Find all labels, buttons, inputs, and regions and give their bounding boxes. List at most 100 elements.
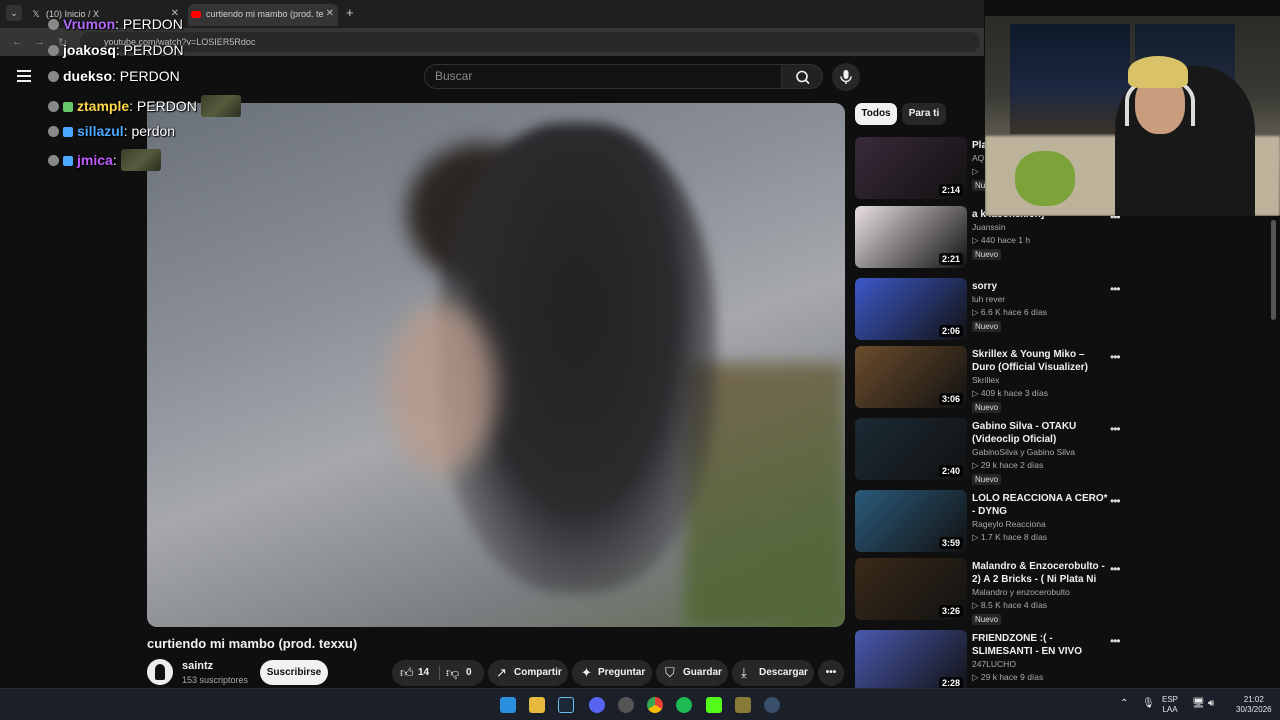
dislike-icon[interactable]: 👎︎ [446, 660, 459, 686]
sub-badge-icon [63, 102, 73, 112]
webcam-scene-detail [1010, 24, 1130, 134]
recommendation-channel[interactable]: Skrillex [972, 375, 999, 385]
save-button[interactable]: ⛉ Guardar [656, 660, 728, 686]
back-icon[interactable]: ← [12, 36, 23, 48]
recommendation-title[interactable]: Skrillex & Young Miko – Duro (Official V… [972, 348, 1110, 374]
clock[interactable]: 21:02 30/3/2026 [1236, 695, 1272, 715]
start-icon[interactable] [500, 697, 516, 713]
recommendation-item[interactable]: 2:28 FRIENDZONE :( - SLIMESANTI - EN VIVO… [855, 630, 1130, 694]
recommendation-item[interactable]: 3:59 LOLO REACCIONA A CERO* - DYNG Rageylo… [855, 490, 1130, 554]
duration-badge: 3:26 [938, 605, 963, 617]
obs-icon[interactable] [618, 697, 634, 713]
recommendation-channel[interactable]: luh rever [972, 294, 1005, 304]
video-thumbnail[interactable]: 3:26 [855, 558, 967, 620]
more-actions-button[interactable]: ••• [818, 660, 844, 686]
tab-list-button[interactable]: ⌄ [6, 5, 22, 21]
chat-text: : perdon [123, 123, 176, 139]
tab-youtube[interactable]: curtiendo mi mambo (prod. te ✕ [188, 4, 338, 26]
chip-all[interactable]: Todos [855, 103, 897, 125]
chat-username[interactable]: jmica [77, 152, 113, 168]
recommendation-meta: ▷ 409 k hace 3 días [972, 388, 1049, 398]
discord-icon[interactable] [589, 697, 605, 713]
webcam-overlay [985, 16, 1280, 216]
more-options-icon[interactable]: ••• [1110, 494, 1121, 508]
recommendation-item[interactable]: 2:40 Gabino Silva - OTAKU (Videoclip Ofic… [855, 418, 1130, 485]
recommendation-channel[interactable]: Juanssin [972, 222, 1006, 232]
video-thumbnail[interactable]: 2:06 [855, 278, 967, 340]
video-thumbnail[interactable]: 3:59 [855, 490, 967, 552]
voice-search-button[interactable] [832, 63, 860, 91]
video-thumbnail[interactable]: 2:40 [855, 418, 967, 480]
spotify-icon[interactable] [676, 697, 692, 713]
chat-username[interactable]: duekso [63, 68, 112, 84]
ask-button[interactable]: ✦ Preguntar [572, 660, 652, 686]
channel-name[interactable]: saintz [182, 660, 213, 672]
recommendation-item[interactable]: 3:06 Skrillex & Young Miko – Duro (Offici… [855, 346, 1130, 413]
menu-icon[interactable] [17, 70, 31, 82]
recommendation-title[interactable]: Malandro & Enzocerobulto - 2) A 2 Bricks… [972, 560, 1110, 586]
close-tab-icon[interactable]: ✕ [326, 4, 334, 24]
steam-icon[interactable] [558, 697, 574, 713]
chat-username[interactable]: sillazul [77, 123, 124, 139]
download-icon: ⤓ [741, 665, 747, 680]
forward-icon[interactable]: → [34, 36, 45, 48]
lang-label: ESP [1162, 695, 1179, 704]
download-button[interactable]: ⤓ Descargar [732, 660, 814, 686]
file-explorer-icon[interactable] [529, 697, 545, 713]
video-thumbnail[interactable]: 3:06 [855, 346, 967, 408]
more-options-icon[interactable]: ••• [1110, 350, 1121, 364]
recommendation-channel[interactable]: Rageylo Reacciona [972, 519, 1046, 529]
avatar[interactable] [147, 659, 173, 685]
recommendation-channel[interactable]: 247LUCHO [972, 659, 1016, 669]
sub-badge-icon [63, 156, 73, 166]
chat-username[interactable]: Vrumon [63, 16, 115, 32]
video-player[interactable] [147, 103, 845, 627]
search-button[interactable] [781, 64, 823, 89]
chat-username[interactable]: joakosq [63, 42, 116, 58]
url-input[interactable]: youtube.com/watch?v=LOSIER5Rdoc [80, 32, 980, 52]
search-input[interactable]: Buscar [424, 64, 782, 89]
chat-username[interactable]: ztample [77, 98, 129, 114]
language-indicator[interactable]: ESP LAA [1162, 695, 1178, 715]
recommendation-title[interactable]: LOLO REACCIONA A CERO* - DYNG [972, 492, 1110, 518]
recommendation-meta: ▷ 6.6 K hace 6 días [972, 307, 1048, 317]
chat-text: : PERDON [115, 16, 183, 32]
recommendation-channel[interactable]: Malandro y enzocerobulto [972, 587, 1070, 597]
share-button[interactable]: ↗ Compartir [488, 660, 568, 686]
recommendation-item[interactable]: 3:26 Malandro & Enzocerobulto - 2) A 2 Br… [855, 558, 1130, 625]
video-thumbnail[interactable]: 2:28 [855, 630, 967, 692]
video-thumbnail[interactable]: 2:14 [855, 137, 967, 199]
new-badge: Nuevo [972, 474, 1002, 485]
more-icon: ••• [825, 667, 837, 678]
recommendation-title[interactable]: Gabino Silva - OTAKU (Videoclip Oficial) [972, 420, 1110, 446]
chrome-icon[interactable] [647, 697, 663, 713]
new-tab-button[interactable]: + [346, 5, 354, 20]
duration-badge: 2:40 [938, 465, 963, 477]
volume-icon[interactable]: 🔊︎ [1208, 699, 1214, 709]
recommendation-meta: ▷ [972, 166, 979, 176]
chevron-up-icon[interactable]: ⌃ [1120, 699, 1128, 709]
video-title: curtiendo mi mambo (prod. texxu) [147, 636, 358, 651]
subscribe-button[interactable]: Suscribirse [260, 660, 328, 685]
more-options-icon[interactable]: ••• [1110, 634, 1121, 648]
like-count[interactable]: 14 [418, 660, 429, 686]
more-options-icon[interactable]: ••• [1110, 282, 1121, 296]
recommendation-channel[interactable]: AQ [972, 153, 984, 163]
scrollbar[interactable] [1271, 220, 1276, 320]
app-icon[interactable] [764, 697, 780, 713]
recommendation-title[interactable]: sorry [972, 280, 1110, 293]
recommendation-channel[interactable]: GabinoSilva y Gabino Silva [972, 447, 1075, 457]
kick-icon[interactable] [706, 697, 722, 713]
recommendation-meta: ▷ 8.5 K hace 4 días [972, 600, 1048, 610]
recommendation-title[interactable]: FRIENDZONE :( - SLIMESANTI - EN VIVO NIC… [972, 632, 1110, 658]
network-icon[interactable]: 🖥︎ [1192, 699, 1205, 709]
recommendation-item[interactable]: 2:06 sorry luh rever ▷ 6.6 K hace 6 días Nue… [855, 278, 1130, 342]
like-icon[interactable]: 👍︎ [400, 660, 414, 686]
more-options-icon[interactable]: ••• [1110, 562, 1121, 576]
more-options-icon[interactable]: ••• [1110, 422, 1121, 436]
chip-for-you[interactable]: Para ti [902, 103, 946, 125]
dislike-count[interactable]: 0 [466, 660, 472, 686]
video-thumbnail[interactable]: 2:21 [855, 206, 967, 268]
mic-tray-icon[interactable]: 🎙︎ [1142, 699, 1155, 709]
app-icon[interactable] [735, 697, 751, 713]
